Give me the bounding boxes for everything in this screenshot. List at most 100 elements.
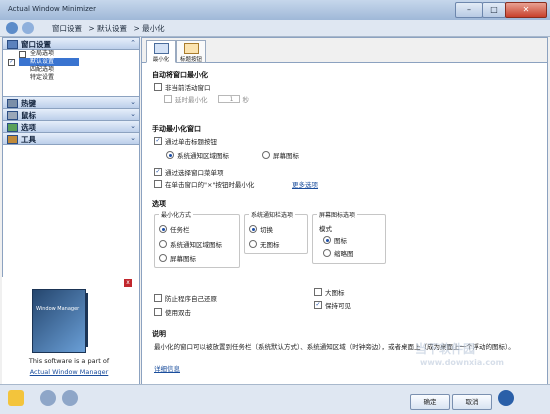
keep-visible-option[interactable]: ✓ 保持可见 <box>314 300 351 310</box>
chevron-down-icon[interactable]: ⌄ <box>130 110 136 118</box>
cancel-button[interactable]: 取消 <box>452 394 492 410</box>
window-menu-option[interactable]: ✓ 通过选择窗口菜单项 <box>154 167 224 177</box>
radio-thumbnail[interactable]: 缩略图 <box>323 248 354 258</box>
chevron-down-icon[interactable]: ⌄ <box>130 134 136 142</box>
back-icon[interactable] <box>6 22 18 34</box>
checkbox[interactable]: ✓ <box>314 301 322 309</box>
double-click-option[interactable]: 使用双击 <box>154 307 191 317</box>
radio-toggle[interactable]: 切换 <box>249 224 273 234</box>
chevron-up-icon[interactable]: ⌃ <box>130 39 136 47</box>
checkbox[interactable]: ✓ <box>154 168 162 176</box>
radio-screen-icon[interactable]: 屏幕图标 <box>159 253 196 263</box>
maximize-button[interactable]: □ <box>482 2 506 18</box>
option-label: 通过选择窗口菜单项 <box>165 169 224 177</box>
close-icon[interactable]: x <box>124 279 132 287</box>
close-button[interactable]: ✕ <box>505 2 547 18</box>
checkbox[interactable] <box>154 308 162 316</box>
radio-no-icon[interactable]: 无图标 <box>249 239 280 249</box>
header-bar: 窗口设置 > 默认设置 > 最小化 <box>0 20 550 37</box>
breadcrumb-item[interactable]: > 默认设置 <box>88 24 127 33</box>
checkbox[interactable] <box>154 294 162 302</box>
checkbox[interactable] <box>154 83 162 91</box>
mouse-icon <box>7 111 18 120</box>
ok-button[interactable]: 确定 <box>410 394 450 410</box>
sidebar-group-hotkeys[interactable]: 热键 ⌄ <box>3 97 139 109</box>
tab-minimize[interactable]: 最小化 <box>146 40 176 63</box>
radio-button[interactable] <box>159 225 167 233</box>
group-label: 鼠标 <box>21 111 36 120</box>
option-label: 使用双击 <box>165 309 191 317</box>
more-options-link[interactable]: 更多选项 <box>292 179 318 189</box>
tab-title-buttons[interactable]: 标题按钮 <box>176 40 206 63</box>
sidebar-group-options[interactable]: 选项 ⌄ <box>3 121 139 133</box>
checkbox[interactable]: ✓ <box>154 137 162 145</box>
details-link[interactable]: 详细信息 <box>154 363 180 373</box>
delay-minimize-option[interactable]: 延时最小化 1 秒 <box>164 94 249 104</box>
option-label: 任务栏 <box>170 226 190 234</box>
checkbox[interactable] <box>19 51 26 58</box>
unit-label: 秒 <box>242 96 250 104</box>
option-label: 防止程序自己还原 <box>165 295 217 303</box>
prevent-restore-option[interactable]: 防止程序自己还原 <box>154 293 217 303</box>
option-label: 保持可见 <box>325 302 351 310</box>
radio-button[interactable] <box>249 240 257 248</box>
chevron-down-icon[interactable]: ⌄ <box>130 98 136 106</box>
radio-button[interactable] <box>323 236 331 244</box>
checkbox[interactable] <box>314 288 322 296</box>
tree-item-label: 特定设置 <box>30 74 55 81</box>
footer-bar: 确定 取消 <box>0 384 550 414</box>
chevron-down-icon[interactable]: ⌄ <box>130 122 136 130</box>
section-title: 说明 <box>152 330 166 338</box>
title-bar[interactable]: Actual Window Minimizer – □ ✕ <box>0 0 550 20</box>
sidebar-group-mouse[interactable]: 鼠标 ⌄ <box>3 109 139 121</box>
undo-icon[interactable] <box>40 390 56 406</box>
promo-link[interactable]: Actual Window Manager <box>2 368 136 376</box>
tree-item-specific[interactable]: 特定设置 <box>3 74 139 82</box>
radio-screen[interactable]: 屏幕图标 <box>262 150 299 160</box>
option-label: 延时最小化 <box>175 96 208 104</box>
tab-strip: 最小化 标题按钮 <box>142 38 547 63</box>
tray-options-group: 系统通知栏选项 切换 无图标 <box>244 210 308 254</box>
tab-label: 最小化 <box>152 57 170 63</box>
inactive-window-option[interactable]: 非当前活动窗口 <box>154 82 211 92</box>
globe-icon[interactable] <box>498 390 514 406</box>
close-button-option[interactable]: 在单击窗口的"×"按钮时最小化 <box>154 179 254 189</box>
title-button-option[interactable]: ✓ 通过单击标题按钮 <box>154 136 217 146</box>
minimize-button[interactable]: – <box>455 2 483 18</box>
radio-button[interactable] <box>159 240 167 248</box>
radio-taskbar[interactable]: 任务栏 <box>159 224 190 234</box>
delay-spinner[interactable]: 1 <box>217 95 240 103</box>
radio-button[interactable] <box>159 254 167 262</box>
redo-icon[interactable] <box>62 390 78 406</box>
tree-item-global[interactable]: 全局选项 <box>3 50 139 58</box>
tools-icon <box>7 135 18 144</box>
promo-text: This software is a part of <box>28 357 110 365</box>
group-label: 热键 <box>21 99 36 108</box>
tree-item-match[interactable]: 四配选项 <box>3 66 139 74</box>
option-label: 通过单击标题按钮 <box>165 138 217 146</box>
radio-button[interactable] <box>166 151 174 159</box>
radio-button[interactable] <box>262 151 270 159</box>
breadcrumb-item[interactable]: 窗口设置 <box>52 24 82 33</box>
radio-button[interactable] <box>323 249 331 257</box>
keyboard-icon <box>7 99 18 108</box>
checkbox[interactable] <box>154 180 162 188</box>
tree-item-default[interactable]: ✓ 默认设置 <box>8 58 79 66</box>
breadcrumb-item: > 最小化 <box>133 24 165 33</box>
checkbox[interactable] <box>164 95 172 103</box>
radio-tray[interactable]: 系统通知区域图标 <box>166 150 229 160</box>
forward-icon[interactable] <box>22 22 34 34</box>
radio-icon[interactable]: 图标 <box>323 235 347 245</box>
radio-button[interactable] <box>249 225 257 233</box>
radio-tray-area[interactable]: 系统通知区域图标 <box>159 239 222 249</box>
sidebar-group-window-settings[interactable]: 窗口设置 ⌃ <box>3 38 139 50</box>
help-icon[interactable] <box>8 390 24 406</box>
group-label: 工具 <box>21 135 36 144</box>
large-icon-option[interactable]: 大图标 <box>314 287 345 297</box>
sidebar-group-tools[interactable]: 工具 ⌄ <box>3 133 139 145</box>
checkbox[interactable]: ✓ <box>8 59 15 66</box>
group-label: 选项 <box>21 123 36 132</box>
option-label: 系统通知区域图标 <box>170 241 222 249</box>
option-label: 系统通知区域图标 <box>177 152 229 160</box>
minimize-style-group: 最小化方式 任务栏 系统通知区域图标 屏幕图标 <box>154 210 240 268</box>
